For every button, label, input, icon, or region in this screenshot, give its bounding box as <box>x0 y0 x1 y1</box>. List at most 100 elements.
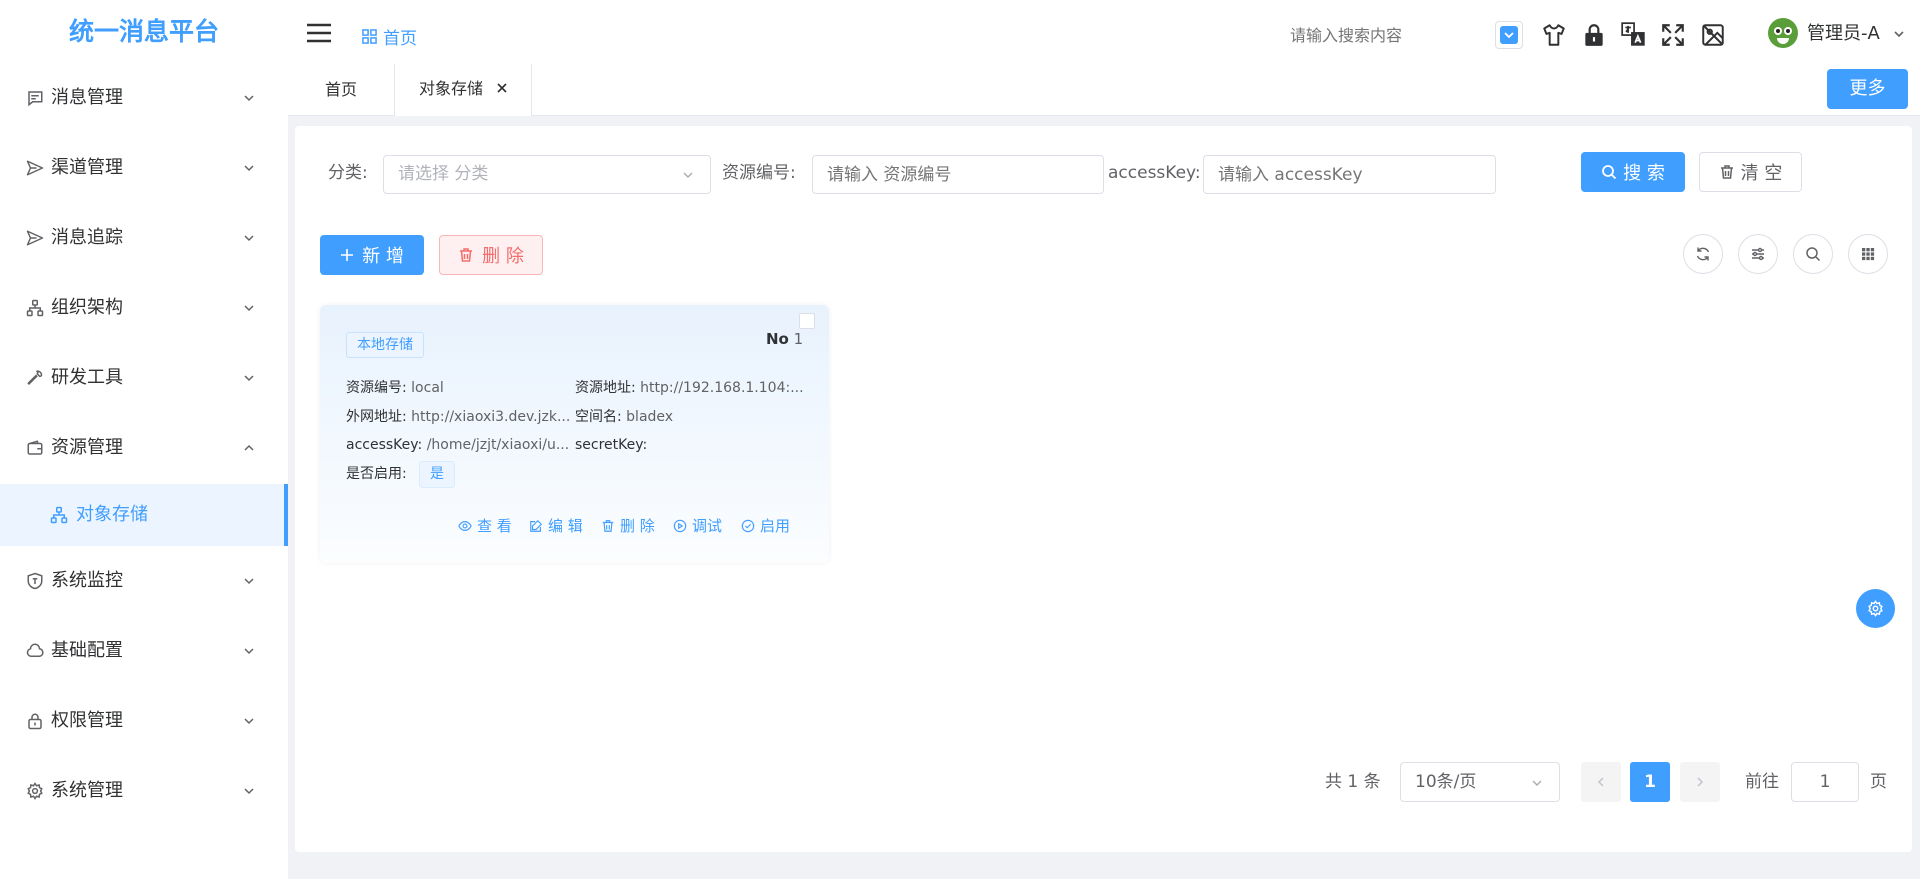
close-icon[interactable] <box>496 82 508 94</box>
play-circle-icon <box>673 519 687 533</box>
edit-icon <box>529 519 543 533</box>
chevron-down-icon <box>243 302 255 314</box>
sidebar-item-label: 研发工具 <box>51 367 123 388</box>
card-number-label: No <box>766 330 789 348</box>
edit-action[interactable]: 编 辑 <box>529 515 583 536</box>
field-public-address: 外网地址: http://xiaoxi3.dev.jzk... <box>346 409 571 425</box>
add-button-label: 新 增 <box>362 246 404 267</box>
columns-icon <box>1750 246 1766 262</box>
tshirt-icon[interactable] <box>1541 22 1567 48</box>
access-key-input[interactable] <box>1203 155 1496 194</box>
sidebar-subitem-object-storage[interactable]: 对象存储 <box>0 484 288 546</box>
app-logo-title: 统一消息平台 <box>68 17 219 46</box>
sidebar-item-9[interactable]: 权限管理 <box>0 686 288 756</box>
access-key-label: accessKey: <box>1108 163 1201 183</box>
chevron-down-icon <box>243 645 255 657</box>
goto-page-input[interactable] <box>1791 762 1859 802</box>
user-name[interactable]: 管理员-A <box>1807 22 1880 46</box>
sidebar-item-8[interactable]: 基础配置 <box>0 616 288 686</box>
grid-icon <box>1860 246 1876 262</box>
view-action[interactable]: 查 看 <box>458 515 512 536</box>
sidebar-subitem-label: 对象存储 <box>76 504 148 525</box>
next-page-button[interactable] <box>1680 762 1720 802</box>
batch-delete-button[interactable]: 删 除 <box>439 235 543 275</box>
toggle-search-button[interactable] <box>1793 234 1833 274</box>
grid-view-button[interactable] <box>1848 234 1888 274</box>
translate-icon[interactable] <box>1620 21 1646 47</box>
search-button[interactable]: 搜 索 <box>1581 152 1685 192</box>
sidebar-item-3[interactable]: 消息追踪 <box>0 203 288 273</box>
gear-icon <box>26 782 44 800</box>
lock-icon[interactable] <box>1581 22 1607 48</box>
global-search-input[interactable] <box>1290 20 1480 50</box>
chevron-down-icon <box>682 169 694 181</box>
chevron-down-icon[interactable] <box>1893 28 1905 40</box>
sidebar-item-5[interactable]: 研发工具 <box>0 343 288 413</box>
org-icon <box>26 299 44 317</box>
goto-label: 前往 <box>1745 772 1779 792</box>
add-button[interactable]: 新 增 <box>320 235 424 275</box>
storage-card: 本地存储 No 1 资源编号: local 资源地址: http://192.1… <box>320 305 829 563</box>
field-enabled-label: 是否启用: <box>346 466 407 482</box>
tab-object-storage[interactable]: 对象存储 <box>394 64 532 116</box>
user-avatar[interactable] <box>1768 18 1798 48</box>
prev-page-button[interactable] <box>1581 762 1621 802</box>
field-secret-key: secretKey: <box>575 437 648 453</box>
fullscreen-icon[interactable] <box>1660 22 1686 48</box>
chevron-down-icon <box>243 162 255 174</box>
chevron-down-icon <box>243 715 255 727</box>
sidebar-item-4[interactable]: 组织架构 <box>0 273 288 343</box>
page-size-select[interactable]: 10条/页 <box>1400 762 1560 802</box>
more-tabs-button[interactable]: 更多 <box>1827 69 1908 109</box>
search-icon <box>1805 246 1821 262</box>
refresh-button[interactable] <box>1683 234 1723 274</box>
enabled-tag: 是 <box>419 461 455 488</box>
send-icon <box>26 229 44 247</box>
wrench-icon <box>26 369 44 387</box>
grid-icon <box>362 29 377 44</box>
resource-code-input[interactable] <box>812 155 1104 194</box>
sidebar-item-2[interactable]: 渠道管理 <box>0 133 288 203</box>
chevron-down-icon <box>243 232 255 244</box>
message-icon <box>26 89 44 107</box>
chevron-down-icon <box>243 372 255 384</box>
check-circle-icon <box>741 519 755 533</box>
clear-button[interactable]: 清 空 <box>1699 152 1802 192</box>
search-button-label: 搜 索 <box>1623 163 1665 184</box>
category-placeholder: 请选择 分类 <box>398 164 489 184</box>
resource-code-label: 资源编号: <box>722 163 796 183</box>
breadcrumb[interactable]: 首页 <box>362 24 417 49</box>
sidebar-item-label: 基础配置 <box>51 640 123 661</box>
tab-bar <box>288 64 1920 116</box>
sidebar-item-label: 系统监控 <box>51 570 123 591</box>
page-number-current[interactable]: 1 <box>1630 762 1670 802</box>
debug-action[interactable]: 调试 <box>673 515 722 536</box>
sidebar-item-6[interactable]: 资源管理 <box>0 413 288 483</box>
chevron-left-icon <box>1595 776 1607 788</box>
delete-action[interactable]: 删 除 <box>601 515 655 536</box>
floating-settings-button[interactable] <box>1856 589 1895 628</box>
category-select[interactable]: 请选择 分类 <box>383 155 711 194</box>
sidebar-item-10[interactable]: 系统管理 <box>0 756 288 826</box>
field-access-key: accessKey: /home/jzjt/xiaoxi/u... <box>346 437 570 453</box>
sidebar-item-label: 渠道管理 <box>51 157 123 178</box>
clear-button-label: 清 空 <box>1740 163 1783 184</box>
hamburger-menu-icon[interactable] <box>306 22 332 44</box>
card-number: No 1 <box>766 329 803 349</box>
card-select-checkbox[interactable] <box>799 313 815 329</box>
image-icon[interactable] <box>1700 22 1726 48</box>
shield-icon <box>26 572 44 590</box>
field-space-name: 空间名: bladex <box>575 409 674 425</box>
columns-button[interactable] <box>1738 234 1778 274</box>
chevron-down-icon <box>1531 777 1543 789</box>
cloud-icon <box>26 642 44 660</box>
sidebar-item-label: 组织架构 <box>51 297 123 318</box>
sidebar-item-1[interactable]: 消息管理 <box>0 63 288 133</box>
sidebar-item-7[interactable]: 系统监控 <box>0 546 288 616</box>
enable-action[interactable]: 启用 <box>741 515 790 536</box>
theme-color-picker[interactable] <box>1495 21 1523 49</box>
gear-icon <box>1867 600 1884 617</box>
tab-home[interactable]: 首页 <box>288 64 394 115</box>
tab-label: 对象存储 <box>419 79 484 98</box>
chevron-down-icon <box>243 575 255 587</box>
